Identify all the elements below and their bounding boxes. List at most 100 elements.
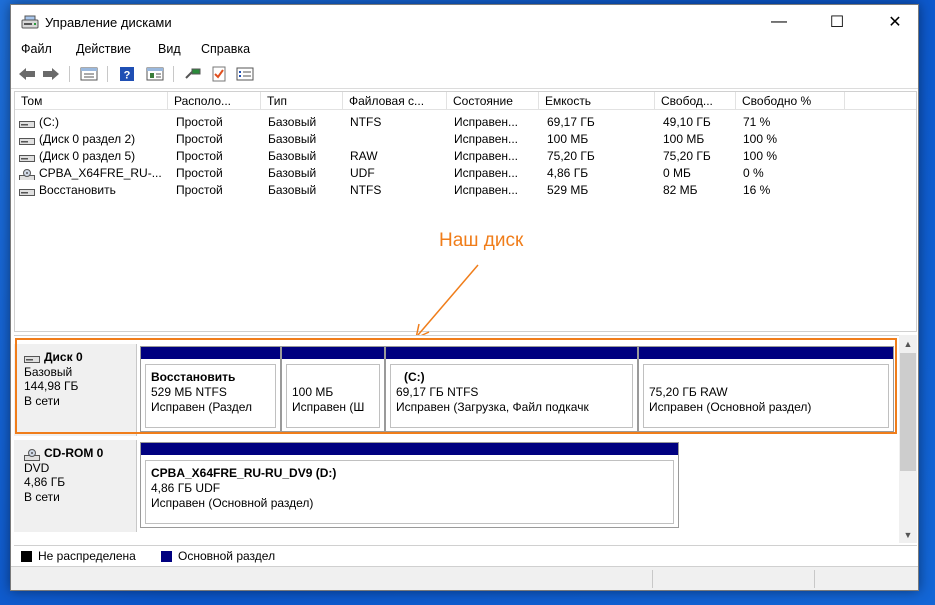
volume-type: Базовый [268, 149, 317, 163]
scrollbar-thumb[interactable] [900, 353, 916, 471]
volume-filesystem: RAW [350, 149, 378, 163]
legend-label-unallocated: Не распределена [38, 549, 136, 563]
partition-color-bar [141, 443, 678, 455]
disk-map-scrollbar[interactable]: ▲ ▼ [899, 335, 917, 543]
column-header-type[interactable]: Тип [261, 92, 343, 110]
partition-title: Восстановить [151, 370, 236, 384]
volume-status: Исправен... [454, 166, 519, 180]
menu-file[interactable]: Файл [21, 42, 52, 56]
legend-label-primary: Основной раздел [178, 549, 276, 563]
maximize-button[interactable]: ☐ [814, 5, 860, 39]
cdrom-icon [24, 448, 40, 461]
partition-size: 100 МБ [292, 385, 334, 399]
volume-name: (Диск 0 раздел 5) [19, 149, 168, 163]
toolbar-separator [107, 66, 108, 82]
help-icon[interactable]: ? [117, 65, 137, 83]
disk-name: Диск 0 [44, 350, 83, 364]
disk-info[interactable]: CD-ROM 0 DVD 4,86 ГБ В сети [14, 440, 137, 532]
volume-type: Базовый [268, 132, 317, 146]
volume-name: Восстановить [19, 183, 168, 197]
volume-row[interactable]: (C:) Простой Базовый NTFS Исправен... 69… [15, 114, 916, 130]
volume-status: Исправен... [454, 183, 519, 197]
partition-title: (C:) [404, 370, 425, 384]
partition-status: Исправен (Раздел [151, 400, 253, 414]
scroll-up-icon[interactable]: ▲ [899, 335, 917, 352]
partition-recovery[interactable]: Восстановить 529 МБ NTFS Исправен (Разде… [140, 346, 281, 432]
disk-management-icon [21, 15, 39, 29]
column-header-capacity[interactable]: Емкость [539, 92, 655, 110]
partition-raw[interactable]: 75,20 ГБ RAW Исправен (Основной раздел) [638, 346, 894, 432]
column-header-free-space[interactable]: Свобод... [655, 92, 736, 110]
column-header-free-percent[interactable]: Свободно % [736, 92, 845, 110]
partition-size: 529 МБ NTFS [151, 385, 227, 399]
disk-status: В сети [24, 393, 60, 408]
partition-status: Исправен (Ш [292, 400, 365, 414]
disk-info[interactable]: Диск 0 Базовый 144,98 ГБ В сети [14, 344, 137, 436]
volume-type: Базовый [268, 166, 317, 180]
partition-status: Исправен (Основной раздел) [151, 496, 314, 510]
volume-free-percent: 71 % [743, 115, 771, 129]
partition-title: CPBA_X64FRE_RU-RU_DV9 (D:) [151, 466, 337, 480]
drive-icon [19, 118, 35, 128]
legend-swatch-unallocated [21, 551, 32, 562]
volume-list-header: Том Располо... Тип Файловая с... Состоян… [15, 92, 916, 110]
forward-arrow-icon[interactable] [41, 65, 61, 83]
connect-icon[interactable] [183, 65, 203, 83]
partition-system[interactable]: 100 МБ Исправен (Ш [281, 346, 385, 432]
volume-type: Базовый [268, 115, 317, 129]
volume-layout: Простой [176, 183, 223, 197]
disk-row-disk0[interactable]: Диск 0 Базовый 144,98 ГБ В сети Восстано… [14, 338, 899, 436]
disk-title: CD-ROM 0 [24, 446, 136, 461]
column-header-volume[interactable]: Том [15, 92, 168, 110]
menu-view[interactable]: Вид [158, 42, 181, 56]
disk-size: 4,86 ГБ [24, 475, 66, 489]
volume-status: Исправен... [454, 132, 519, 146]
volume-row[interactable]: CPBA_X64FRE_RU-... Простой Базовый UDF И… [15, 165, 916, 181]
volume-name-text: (Диск 0 раздел 5) [39, 149, 136, 163]
partition-status: Исправен (Основной раздел) [649, 400, 812, 414]
column-header-status[interactable]: Состояние [447, 92, 539, 110]
settings-list-icon[interactable] [235, 65, 255, 83]
partition-size: 69,17 ГБ NTFS [396, 385, 479, 399]
menu-help[interactable]: Справка [201, 42, 250, 56]
check-icon[interactable] [209, 65, 229, 83]
drive-icon [19, 152, 35, 162]
column-header-filesystem[interactable]: Файловая с... [343, 92, 447, 110]
volume-row[interactable]: (Диск 0 раздел 5) Простой Базовый RAW Ис… [15, 148, 916, 164]
minimize-button[interactable]: — [756, 5, 802, 39]
volume-free-space: 82 МБ [663, 183, 698, 197]
disk-row-cdrom0[interactable]: CD-ROM 0 DVD 4,86 ГБ В сети CPBA_X64FRE_… [14, 440, 899, 532]
volume-layout: Простой [176, 132, 223, 146]
volume-name-text: CPBA_X64FRE_RU-... [39, 166, 162, 180]
volume-row[interactable]: (Диск 0 раздел 2) Простой Базовый Исправ… [15, 131, 916, 147]
volume-free-percent: 100 % [743, 132, 778, 146]
back-arrow-icon[interactable] [17, 65, 37, 83]
volume-free-space: 0 МБ [663, 166, 691, 180]
volume-name: (C:) [19, 115, 168, 129]
window-title: Управление дисками [45, 15, 172, 30]
volume-free-space: 75,20 ГБ [663, 149, 711, 163]
close-button[interactable]: ✕ [872, 5, 918, 39]
volume-filesystem: UDF [350, 166, 375, 180]
list-view-icon[interactable] [79, 65, 99, 83]
volume-status: Исправен... [454, 149, 519, 163]
volume-free-percent: 0 % [743, 166, 764, 180]
volume-free-space: 49,10 ГБ [663, 115, 711, 129]
title-bar[interactable]: Управление дисками — ☐ ✕ [11, 5, 918, 39]
column-header-layout[interactable]: Располо... [168, 92, 261, 110]
volume-filesystem: NTFS [350, 115, 382, 129]
drive-icon [19, 135, 35, 145]
volume-capacity: 100 МБ [547, 132, 589, 146]
disk-name: CD-ROM 0 [44, 446, 104, 460]
scroll-down-icon[interactable]: ▼ [899, 526, 917, 543]
partition-c-drive[interactable]: (C:) 69,17 ГБ NTFS Исправен (Загрузка, Ф… [385, 346, 638, 432]
drive-icon [19, 186, 35, 196]
partition-dvd[interactable]: CPBA_X64FRE_RU-RU_DV9 (D:) 4,86 ГБ UDF И… [140, 442, 679, 528]
menu-action[interactable]: Действие [76, 42, 131, 56]
volume-row[interactable]: Восстановить Простой Базовый NTFS Исправ… [15, 182, 916, 198]
properties-icon[interactable] [145, 65, 165, 83]
toolbar: ? [11, 61, 918, 89]
annotation-label: Наш диск [439, 230, 524, 251]
partition-details: 100 МБ Исправен (Ш [286, 364, 380, 428]
disk-type: Базовый [24, 364, 73, 379]
